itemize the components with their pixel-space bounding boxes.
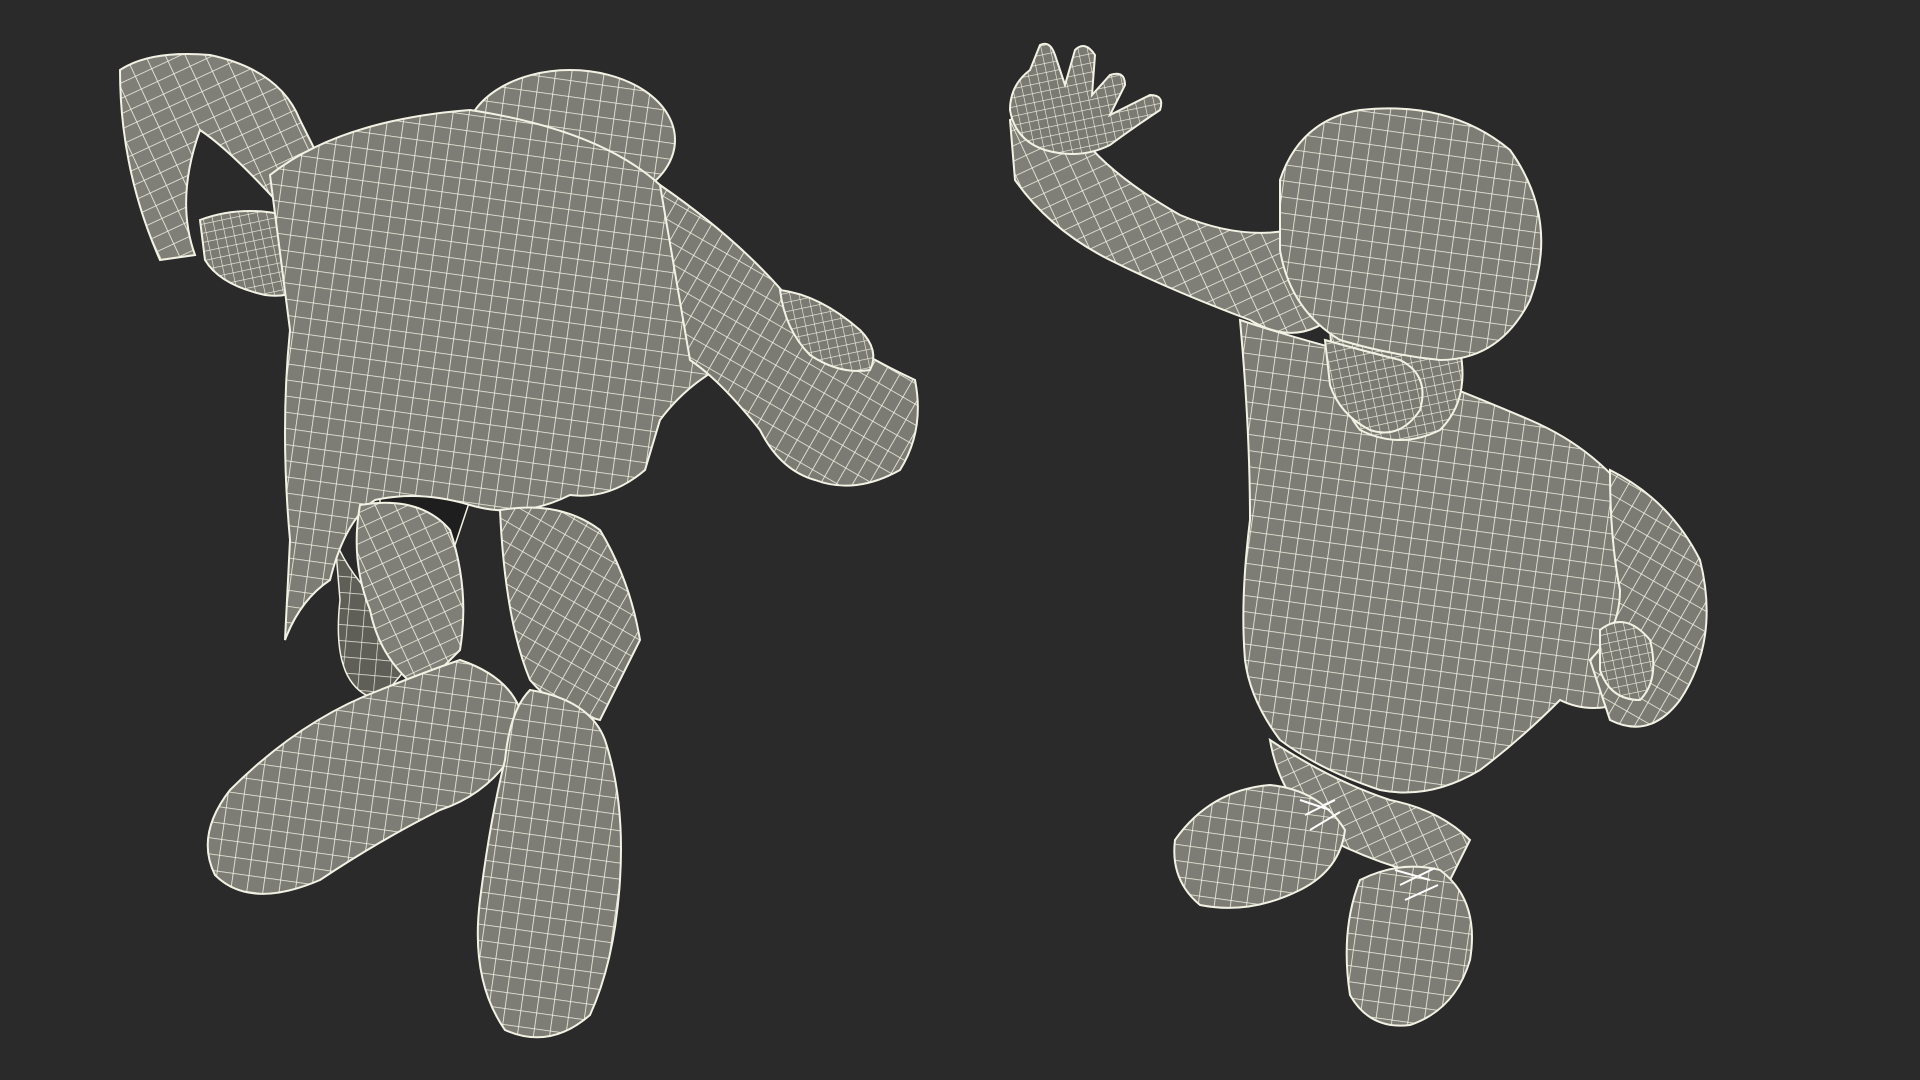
waving-hand [1008, 42, 1163, 155]
left-shoe [206, 658, 527, 895]
head-cap [1279, 107, 1543, 362]
right-leg [498, 506, 642, 722]
render-viewport [118, 42, 1708, 1039]
wireframe-render-canvas [0, 0, 1920, 1080]
figure-top-view [1008, 42, 1708, 1027]
right-shoe [1345, 865, 1473, 1027]
left-shoe [1173, 783, 1347, 909]
figure-bottom-view [118, 53, 919, 1039]
right-arm [658, 182, 919, 487]
